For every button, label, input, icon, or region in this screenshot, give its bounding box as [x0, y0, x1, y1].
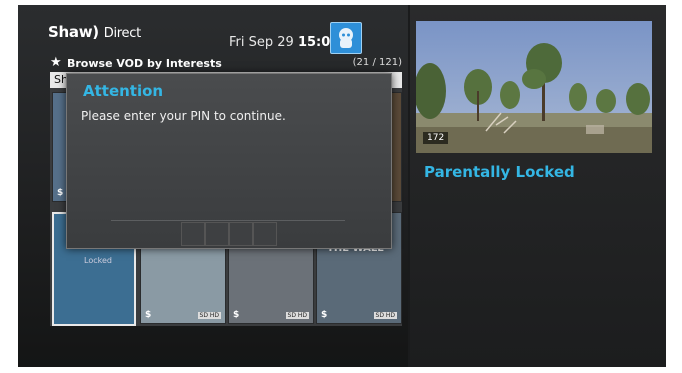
- tv-screen: Shaw) Direct Fri Sep 29 15:07 ★ Browse V…: [18, 5, 666, 367]
- datetime: Fri Sep 29 15:07: [229, 35, 339, 50]
- item-count: (21 / 121): [352, 57, 402, 68]
- preview-image: 172: [416, 21, 652, 153]
- pin-digit-input[interactable]: [229, 222, 253, 246]
- parental-lock-status: Parentally Locked: [424, 163, 575, 181]
- profile-avatar-icon[interactable]: [330, 22, 362, 54]
- breadcrumb-title: Browse VOD by Interests: [67, 57, 222, 70]
- dialog-title: Attention: [83, 82, 164, 100]
- locked-label: Locked: [84, 256, 112, 265]
- pin-dialog: Attention Please enter your PIN to conti…: [66, 73, 392, 249]
- pin-digit-input[interactable]: [181, 222, 205, 246]
- pin-digit-input[interactable]: [253, 222, 277, 246]
- star-icon: ★: [50, 55, 62, 70]
- brand-logo: Shaw) Direct: [48, 23, 141, 41]
- breadcrumb: ★ Browse VOD by Interests (21 / 121): [50, 55, 402, 72]
- dialog-divider: [111, 220, 345, 221]
- date-text: Fri Sep 29: [229, 35, 294, 50]
- pin-digit-input[interactable]: [205, 222, 229, 246]
- channel-badge: 172: [423, 132, 449, 144]
- dialog-message: Please enter your PIN to continue.: [81, 109, 286, 123]
